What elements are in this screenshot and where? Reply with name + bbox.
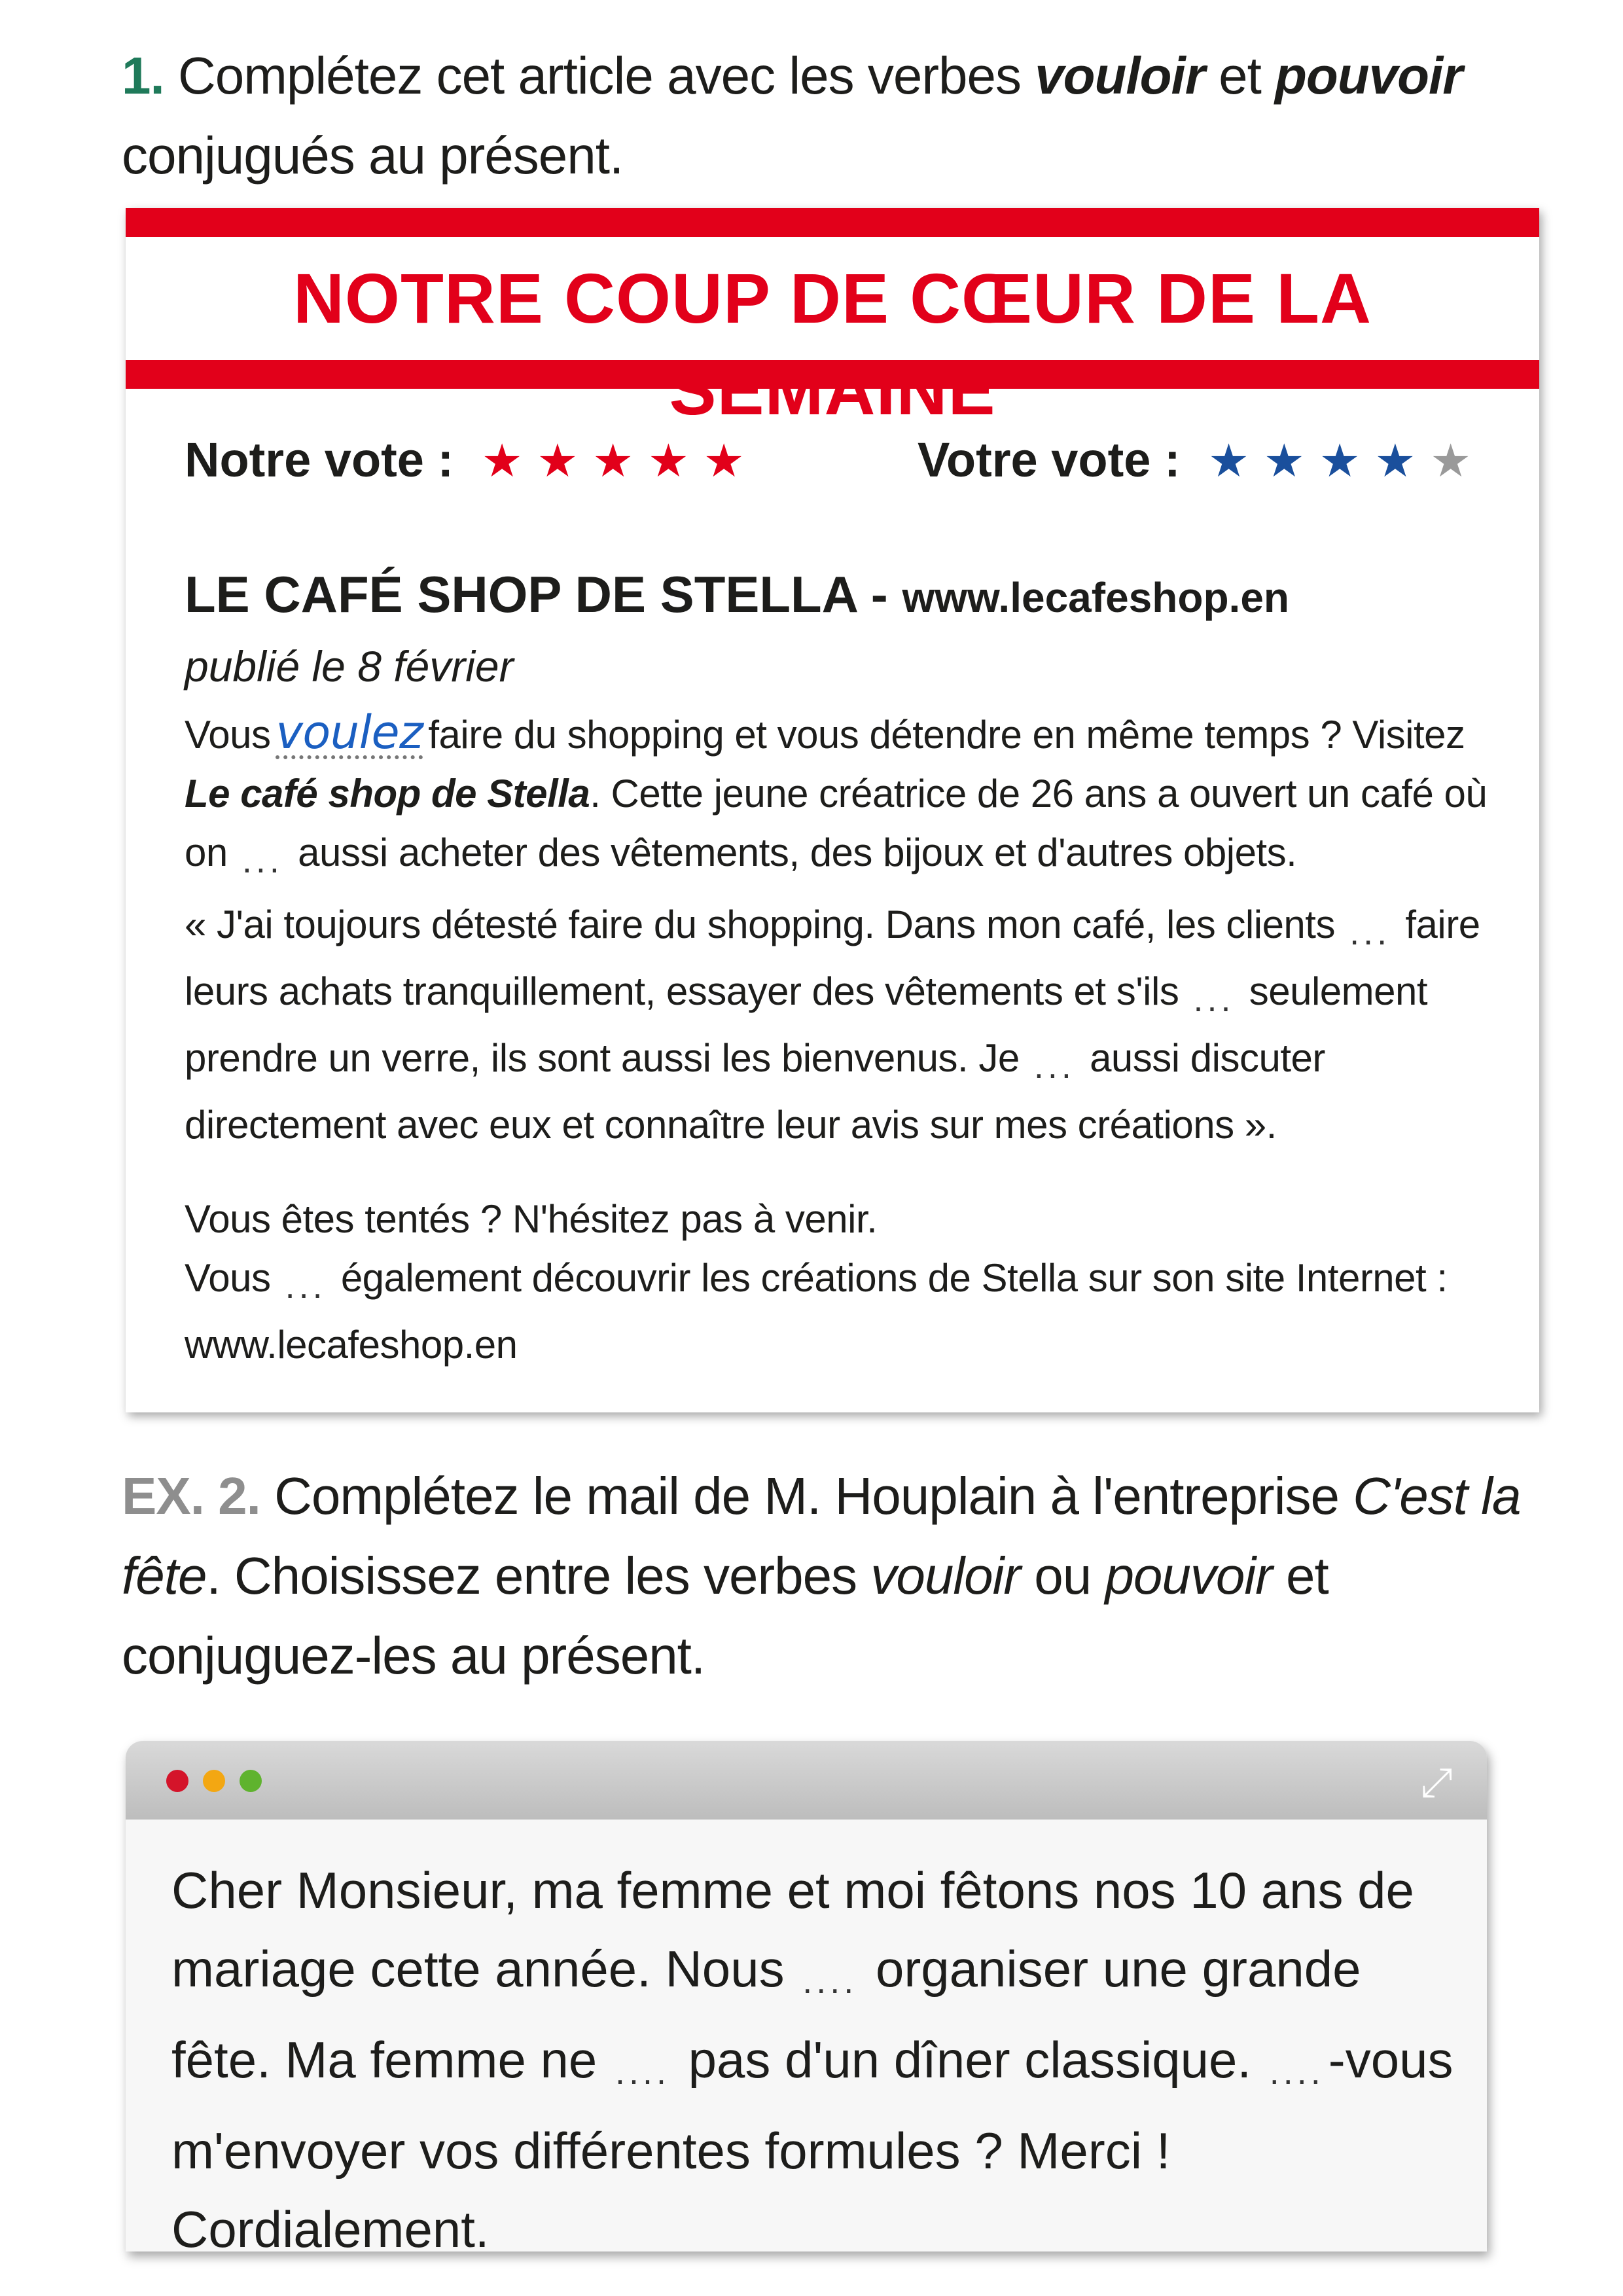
star-icon: ★ xyxy=(537,435,579,486)
shop-name: LE CAFÉ SHOP DE STELLA xyxy=(185,565,857,623)
star-icon: ★ xyxy=(1430,435,1471,486)
notre-vote-label: Notre vote : xyxy=(185,433,454,487)
exercise-1-instruction: 1. Complétez cet article avec les verbes… xyxy=(122,46,1463,185)
star-icon: ★ xyxy=(703,435,745,486)
banner-bottom-bar xyxy=(126,360,1539,389)
exercise-number: EX. 2. xyxy=(122,1467,261,1525)
expand-icon[interactable]: ⤢ xyxy=(1420,1759,1453,1806)
handwritten-answer: voulez xyxy=(276,706,423,759)
star-icon: ★ xyxy=(481,435,523,486)
blank[interactable]: ... xyxy=(285,1257,327,1316)
banner-top-bar xyxy=(126,208,1539,237)
site-url: www.lecafeshop.en xyxy=(185,1323,518,1367)
shop-title: LE CAFÉ SHOP DE STELLA - www.lecafeshop.… xyxy=(185,565,1289,623)
shop-url: www.lecafeshop.en xyxy=(902,574,1289,621)
article-paragraph-3: Vous êtes tentés ? N'hésitez pas à venir… xyxy=(185,1190,1513,1374)
blank[interactable]: ... xyxy=(242,831,283,890)
blank[interactable]: ... xyxy=(1034,1037,1075,1096)
maximize-dot-icon[interactable] xyxy=(240,1770,262,1792)
minimize-dot-icon[interactable] xyxy=(203,1770,225,1792)
banner-title: NOTRE COUP DE CŒUR DE LA SEMAINE xyxy=(293,259,1372,429)
star-icon: ★ xyxy=(592,435,634,486)
mail-body: Cher Monsieur, ma femme et moi fêtons no… xyxy=(171,1861,1454,2258)
window-titlebar: ⤢ xyxy=(126,1741,1487,1820)
notre-vote: Notre vote : ★ ★ ★ ★ ★ xyxy=(185,431,745,490)
blank[interactable]: .... xyxy=(1270,2033,1325,2111)
blank[interactable]: ... xyxy=(1194,970,1235,1029)
star-icon: ★ xyxy=(1319,435,1361,486)
star-icon: ★ xyxy=(1208,435,1249,486)
notre-vote-stars: ★ ★ ★ ★ ★ xyxy=(467,433,745,487)
star-icon: ★ xyxy=(1374,435,1416,486)
mail-window: ⤢ Cher Monsieur, ma femme et moi fêtons … xyxy=(126,1741,1487,2258)
votre-vote-label: Votre vote : xyxy=(918,433,1181,487)
star-icon: ★ xyxy=(648,435,689,486)
votre-vote-stars: ★ ★ ★ ★ ★ xyxy=(1194,433,1471,487)
published-date: publié le 8 février xyxy=(185,642,514,691)
article-card: NOTRE COUP DE CŒUR DE LA SEMAINE Notre v… xyxy=(126,208,1539,1412)
votre-vote: Votre vote : ★ ★ ★ ★ ★ xyxy=(918,431,1471,490)
close-dot-icon[interactable] xyxy=(166,1770,188,1792)
blank[interactable]: .... xyxy=(615,2033,670,2111)
blank[interactable]: ... xyxy=(1349,903,1391,962)
star-icon: ★ xyxy=(1263,435,1305,486)
blank[interactable]: .... xyxy=(802,1942,857,2020)
article-paragraph-1: Vous voulez faire du shopping et vous déte… xyxy=(185,706,1513,890)
exercise-number: 1. xyxy=(122,46,165,105)
article-paragraph-2: « J'ai toujours détesté faire du shoppin… xyxy=(185,903,1480,1147)
exercise-2-instruction: EX. 2. Complétez le mail de M. Houplain … xyxy=(122,1467,1521,1685)
